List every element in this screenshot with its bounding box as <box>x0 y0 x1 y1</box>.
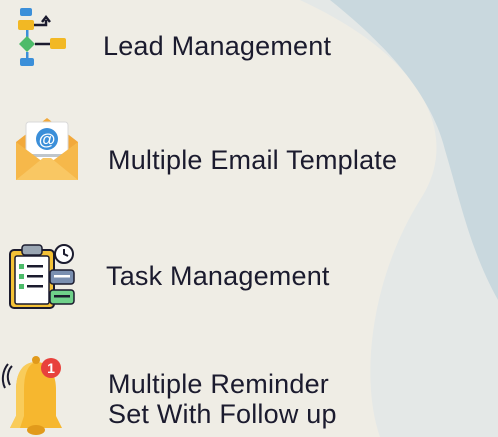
flowchart-icon <box>18 8 66 66</box>
feature-label-line2: Set With Follow up <box>108 399 337 429</box>
svg-text:@: @ <box>39 130 56 149</box>
task-clipboard-icon <box>9 244 75 309</box>
feature-label: Lead Management <box>103 31 332 61</box>
feature-label-line1: Multiple Reminder <box>108 369 329 399</box>
feature-label: Multiple Email Template <box>108 145 398 175</box>
notification-badge: 1 <box>47 360 55 376</box>
email-envelope-icon: @ <box>16 118 78 180</box>
notification-bell-icon <box>1 356 62 435</box>
feature-label: Task Management <box>106 261 330 291</box>
